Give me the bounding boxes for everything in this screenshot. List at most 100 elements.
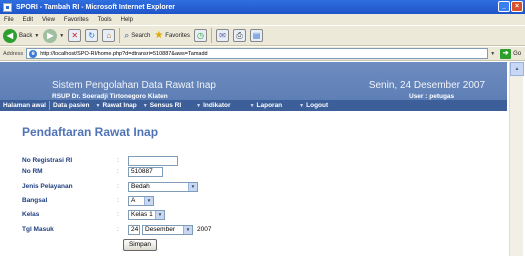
no-registrasi-input[interactable] <box>128 155 178 166</box>
nav-laporan[interactable]: ▼ Laporan <box>234 102 286 109</box>
go-button[interactable]: Go <box>513 51 521 57</box>
selected-value: Bedah <box>131 183 150 190</box>
ie-window-icon <box>3 2 12 12</box>
selected-value: Desember <box>145 226 175 233</box>
selected-value: Kelas 1 <box>131 211 153 218</box>
nav-rawat-inap[interactable]: ▼ Rawat Inap <box>93 102 140 109</box>
nav-halaman-awal[interactable]: Halaman awal <box>0 102 49 109</box>
tgl-month-select[interactable]: Desember ▼ <box>142 224 193 235</box>
close-button[interactable]: × <box>511 1 523 12</box>
nav-label: Laporan <box>256 102 283 109</box>
star-icon: ★ <box>154 30 164 41</box>
back-button[interactable]: ◀ Back ▼ <box>3 28 39 43</box>
form-row-kelas: Kelas : Kelas 1 ▼ <box>22 209 165 220</box>
mail-button[interactable]: ✉ <box>215 29 229 42</box>
site-header: Sistem Pengolahan Data Rawat Inap RSUP D… <box>0 62 507 100</box>
go-arrow-icon[interactable]: ➔ <box>500 48 512 59</box>
nav-label: Logout <box>306 102 329 109</box>
form-row-jenis-pelayanan: Jenis Pelayanan : Bedah ▼ <box>22 181 198 192</box>
forward-arrow-icon: ▶ <box>43 28 58 43</box>
field-label: Jenis Pelayanan <box>22 183 73 190</box>
tgl-day-input[interactable]: 24 <box>128 224 140 235</box>
bangsal-select[interactable]: A ▼ <box>128 195 154 206</box>
form-row-bangsal: Bangsal : A ▼ <box>22 195 154 206</box>
form-row-no-rm: No RM : 510887 <box>22 166 163 177</box>
field-label: No RM <box>22 168 43 175</box>
chevron-down-icon: ▼ <box>155 210 164 219</box>
window-title: SPORI - Tambah RI - Microsoft Internet E… <box>16 3 175 11</box>
toolbar-separator <box>119 28 121 43</box>
address-input[interactable]: e http://localhost/SPO-RI/home.php?d=dtr… <box>26 48 489 59</box>
stop-button[interactable]: ✕ <box>68 29 82 42</box>
no-rm-input[interactable]: 510887 <box>128 166 163 177</box>
field-colon: : <box>117 157 119 164</box>
jenis-pelayanan-select[interactable]: Bedah ▼ <box>128 181 198 192</box>
favorites-label: Favorites <box>165 32 190 39</box>
print-button[interactable]: ⎙ <box>232 29 246 42</box>
dropdown-arrow-icon: ▼ <box>196 102 202 109</box>
chevron-down-icon: ▼ <box>188 182 197 191</box>
field-label: Kelas <box>22 211 40 218</box>
forward-dropdown-icon[interactable]: ▼ <box>59 33 64 39</box>
favorites-button[interactable]: ★ Favorites <box>154 30 190 41</box>
nav-data-pasien[interactable]: Data pasien <box>50 102 93 109</box>
kelas-select[interactable]: Kelas 1 ▼ <box>128 209 165 220</box>
field-colon: : <box>117 211 119 218</box>
toolbar-separator <box>210 28 212 43</box>
field-colon: : <box>117 183 119 190</box>
back-arrow-icon: ◀ <box>3 28 17 43</box>
home-button[interactable]: ⌂ <box>102 29 116 42</box>
scroll-up-icon[interactable]: ▲ <box>510 62 524 76</box>
menu-file[interactable]: File <box>4 17 14 23</box>
field-colon: : <box>117 226 119 233</box>
nav-label: Halaman awal <box>3 102 46 109</box>
selected-value: A <box>131 197 136 204</box>
tgl-year: 2007 <box>197 226 212 233</box>
menu-help[interactable]: Help <box>121 17 133 23</box>
back-label: Back <box>19 32 33 39</box>
window-controls: _ × <box>498 1 523 12</box>
menu-favorites[interactable]: Favorites <box>64 17 89 23</box>
nav-label: Rawat Inap <box>102 102 137 109</box>
system-title: Sistem Pengolahan Data Rawat Inap <box>52 80 216 91</box>
dropdown-arrow-icon: ▼ <box>249 102 255 109</box>
nav-sensus-ri[interactable]: ▼ Sensus RI <box>140 102 184 109</box>
page-title: Pendaftaran Rawat Inap <box>22 125 159 139</box>
minimize-button[interactable]: _ <box>498 1 510 12</box>
refresh-button[interactable]: ↻ <box>85 29 99 42</box>
site-nav: Halaman awal Data pasien ▼ Rawat Inap ▼ … <box>0 100 507 111</box>
menu-view[interactable]: View <box>42 17 55 23</box>
search-button[interactable]: ⌕ Search <box>124 30 150 41</box>
field-label: Tgl Masuk <box>22 226 54 233</box>
chevron-down-icon: ▼ <box>183 225 192 234</box>
nav-label: Indikator <box>203 102 231 109</box>
field-colon: : <box>117 197 119 204</box>
menu-tools[interactable]: Tools <box>98 17 112 23</box>
menu-bar: File Edit View Favorites Tools Help <box>0 14 525 25</box>
search-icon: ⌕ <box>124 30 130 40</box>
menu-edit[interactable]: Edit <box>23 17 33 23</box>
field-colon: : <box>117 168 119 175</box>
current-date: Senin, 24 Desember 2007 <box>368 80 485 91</box>
dropdown-arrow-icon: ▼ <box>95 102 101 109</box>
edit-page-button[interactable]: ▤ <box>249 29 263 42</box>
address-dropdown-icon[interactable]: ▼ <box>490 51 495 57</box>
back-dropdown-icon[interactable]: ▼ <box>34 33 39 39</box>
simpan-button[interactable]: Simpan <box>123 239 157 251</box>
hospital-name: RSUP Dr. Soeradji Tirtonegoro Klaten <box>52 93 168 100</box>
field-label: No Registrasi RI <box>22 157 73 164</box>
nav-label: Sensus RI <box>149 102 182 109</box>
page-icon: e <box>29 49 38 58</box>
nav-label: Data pasien <box>53 102 90 109</box>
search-label: Search <box>131 32 151 39</box>
current-user: User : petugas <box>409 93 455 100</box>
address-label: Address <box>3 50 24 57</box>
history-button[interactable]: ◷ <box>193 29 207 42</box>
dropdown-arrow-icon: ▼ <box>142 102 148 109</box>
nav-indikator[interactable]: ▼ Indikator <box>184 102 233 109</box>
address-url: http://localhost/SPO-RI/home.php?d=dtran… <box>40 50 208 57</box>
forward-button[interactable]: ▶ ▼ <box>43 28 64 43</box>
vertical-scrollbar[interactable]: ▲ <box>509 62 524 256</box>
nav-logout[interactable]: ▼ Logout <box>285 102 331 109</box>
address-bar: Address e http://localhost/SPO-RI/home.p… <box>0 47 525 61</box>
